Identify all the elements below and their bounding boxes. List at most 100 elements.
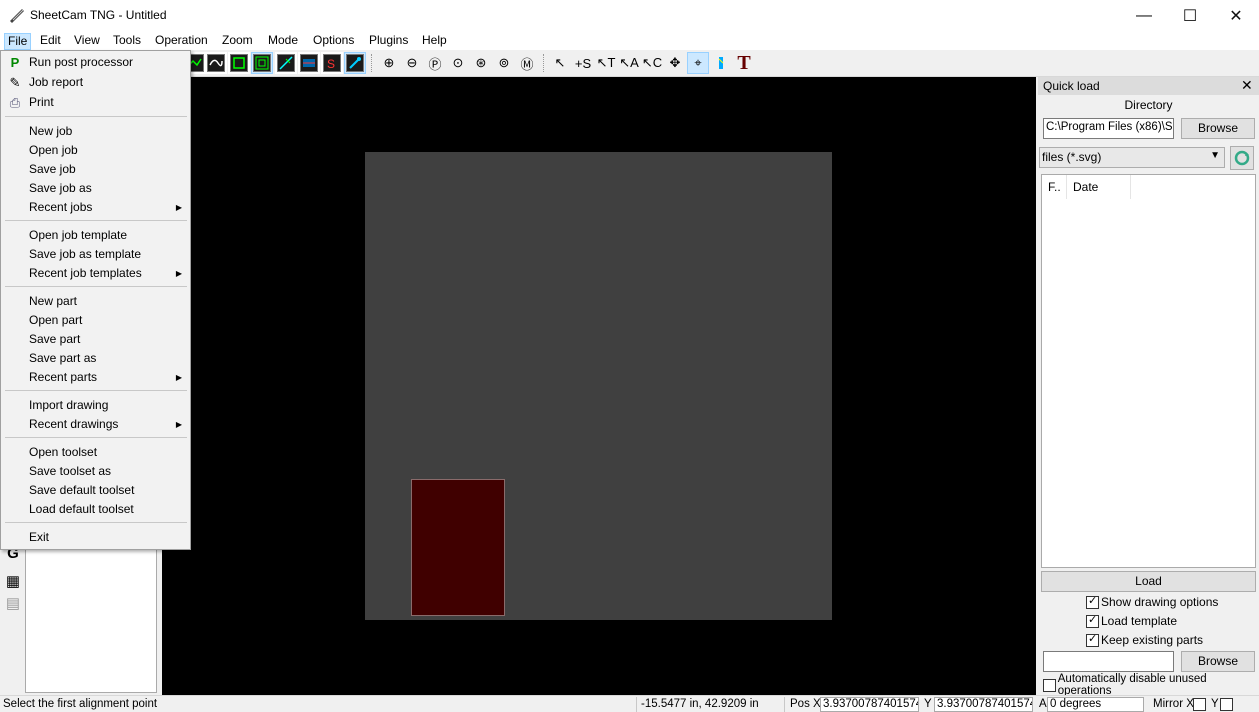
- text-tool-icon[interactable]: T: [733, 52, 755, 74]
- menu-open-job-template[interactable]: Open job template: [1, 226, 190, 245]
- menu-zoom[interactable]: Zoom: [219, 33, 256, 50]
- browse-directory-button[interactable]: Browse: [1181, 118, 1255, 139]
- panel-close-icon[interactable]: ✕: [1241, 77, 1253, 94]
- load-button[interactable]: Load: [1041, 571, 1256, 592]
- file-filter-select[interactable]: files (*.svg) ▼: [1039, 147, 1225, 168]
- menu-options[interactable]: Options: [310, 33, 357, 50]
- view-plasma-icon[interactable]: [344, 52, 366, 74]
- browse-file-button[interactable]: Browse: [1181, 651, 1255, 672]
- menu-tools[interactable]: Tools: [110, 33, 144, 50]
- view-tool-icon[interactable]: [275, 52, 297, 74]
- menu-save-part-as[interactable]: Save part as: [1, 349, 190, 368]
- menu-open-part[interactable]: Open part: [1, 311, 190, 330]
- pos-x-input[interactable]: 3.93700787401574: [820, 697, 919, 712]
- maximize-button[interactable]: ☐: [1167, 0, 1213, 31]
- load-template-label: Load template: [1101, 614, 1178, 628]
- menu-import-drawing[interactable]: Import drawing: [1, 396, 190, 415]
- directory-input[interactable]: C:\Program Files (x86)\She: [1043, 118, 1174, 139]
- menu-view[interactable]: View: [71, 33, 103, 50]
- load-template-row[interactable]: Load template: [1086, 612, 1177, 630]
- mirror-y-checkbox[interactable]: [1220, 698, 1233, 711]
- menu-new-part[interactable]: New part: [1, 292, 190, 311]
- drawing-canvas[interactable]: [162, 77, 1036, 695]
- menu-save-part[interactable]: Save part: [1, 330, 190, 349]
- menu-print[interactable]: ⎙ Print: [1, 93, 190, 112]
- insert-p-icon[interactable]: Ⓟ: [424, 52, 446, 74]
- submenu-arrow-icon: ▶: [175, 269, 182, 278]
- insert-minus-icon[interactable]: ⊖: [401, 52, 423, 74]
- view-rapids-icon[interactable]: [298, 52, 320, 74]
- menu-save-toolset-as[interactable]: Save toolset as: [1, 462, 190, 481]
- quick-load-title: Quick load: [1043, 79, 1100, 93]
- print-label: Print: [29, 95, 54, 109]
- angle-label: A: [1039, 698, 1047, 710]
- keep-existing-parts-row[interactable]: Keep existing parts: [1086, 631, 1203, 649]
- menu-save-default-toolset[interactable]: Save default toolset: [1, 481, 190, 500]
- menu-file[interactable]: File: [4, 33, 32, 50]
- part-shape[interactable]: [411, 479, 505, 616]
- mirror-x-checkbox[interactable]: [1193, 698, 1206, 711]
- insert-pierce-icon[interactable]: ⊚: [493, 52, 515, 74]
- submenu-arrow-icon: ▶: [175, 420, 182, 429]
- select-arrow-icon[interactable]: ↖: [549, 52, 571, 74]
- move-icon[interactable]: ✥: [664, 52, 686, 74]
- menu-run-post-processor[interactable]: P Run post processor: [1, 53, 190, 72]
- select-c-icon[interactable]: ↖C: [641, 52, 663, 74]
- menu-edit[interactable]: Edit: [37, 33, 64, 50]
- show-drawing-options-checkbox[interactable]: [1086, 594, 1099, 609]
- close-button[interactable]: ✕: [1213, 0, 1259, 31]
- align-icon[interactable]: ⌖: [687, 52, 709, 74]
- refresh-button[interactable]: [1230, 146, 1254, 170]
- refresh-icon: [1234, 150, 1250, 166]
- column-header-date[interactable]: Date: [1069, 175, 1131, 199]
- auto-disable-checkbox[interactable]: [1043, 678, 1056, 692]
- select-tab-icon[interactable]: ↖T: [595, 52, 617, 74]
- insert-mark-icon[interactable]: Ⓜ: [516, 52, 538, 74]
- insert-pin-icon[interactable]: ⊛: [470, 52, 492, 74]
- file-path-input[interactable]: [1043, 651, 1174, 672]
- directory-label: Directory: [1124, 98, 1173, 112]
- insert-plus-icon[interactable]: ⊕: [378, 52, 400, 74]
- angle-input[interactable]: 0 degrees: [1047, 697, 1144, 712]
- menu-exit[interactable]: Exit: [1, 528, 190, 547]
- recent-parts-label: Recent parts: [29, 370, 98, 384]
- menu-new-job[interactable]: New job: [1, 122, 190, 141]
- menu-job-report[interactable]: ✎ Job report: [1, 73, 190, 92]
- menu-plugins[interactable]: Plugins: [366, 33, 411, 50]
- cut-rule-icon[interactable]: [710, 52, 732, 74]
- menu-recent-parts[interactable]: Recent parts ▶: [1, 368, 190, 387]
- menu-open-job[interactable]: Open job: [1, 141, 190, 160]
- menu-operation[interactable]: Operation: [152, 33, 211, 50]
- menu-help[interactable]: Help: [419, 33, 450, 50]
- select-align-icon[interactable]: ↖A: [618, 52, 640, 74]
- show-drawing-options-label: Show drawing options: [1101, 595, 1219, 609]
- table-icon[interactable]: ▦: [4, 572, 22, 590]
- recent-jobs-label: Recent jobs: [29, 200, 93, 214]
- view-offset-icon[interactable]: [251, 52, 273, 74]
- menu-save-job-as-template[interactable]: Save job as template: [1, 245, 190, 264]
- menu-mode[interactable]: Mode: [265, 33, 301, 50]
- menu-recent-job-templates[interactable]: Recent job templates ▶: [1, 264, 190, 283]
- auto-disable-row[interactable]: Automatically disable unused operations: [1043, 673, 1259, 697]
- pos-y-input[interactable]: 3.93700787401574: [934, 697, 1033, 712]
- mirror-x-label: Mirror X: [1153, 698, 1194, 710]
- menu-open-toolset[interactable]: Open toolset: [1, 443, 190, 462]
- menu-load-default-toolset[interactable]: Load default toolset: [1, 500, 190, 519]
- minimize-button[interactable]: —: [1121, 0, 1167, 31]
- view-path-icon[interactable]: [205, 52, 227, 74]
- menu-recent-drawings[interactable]: Recent drawings ▶: [1, 415, 190, 434]
- view-outline-icon[interactable]: [228, 52, 250, 74]
- view-start-points-icon[interactable]: S: [321, 52, 343, 74]
- mirror-y-label: Y: [1211, 698, 1219, 710]
- menu-recent-jobs[interactable]: Recent jobs ▶: [1, 198, 190, 217]
- insert-ring-icon[interactable]: ⊙: [447, 52, 469, 74]
- grid-icon[interactable]: ▤: [4, 594, 22, 612]
- menu-save-job-as[interactable]: Save job as: [1, 179, 190, 198]
- file-list[interactable]: F.. Date: [1041, 174, 1256, 568]
- menu-save-job[interactable]: Save job: [1, 160, 190, 179]
- load-template-checkbox[interactable]: [1086, 613, 1099, 628]
- select-start-icon[interactable]: +S: [572, 52, 594, 74]
- keep-existing-parts-checkbox[interactable]: [1086, 632, 1099, 647]
- column-header-file[interactable]: F..: [1048, 175, 1067, 199]
- show-drawing-options-row[interactable]: Show drawing options: [1086, 593, 1218, 611]
